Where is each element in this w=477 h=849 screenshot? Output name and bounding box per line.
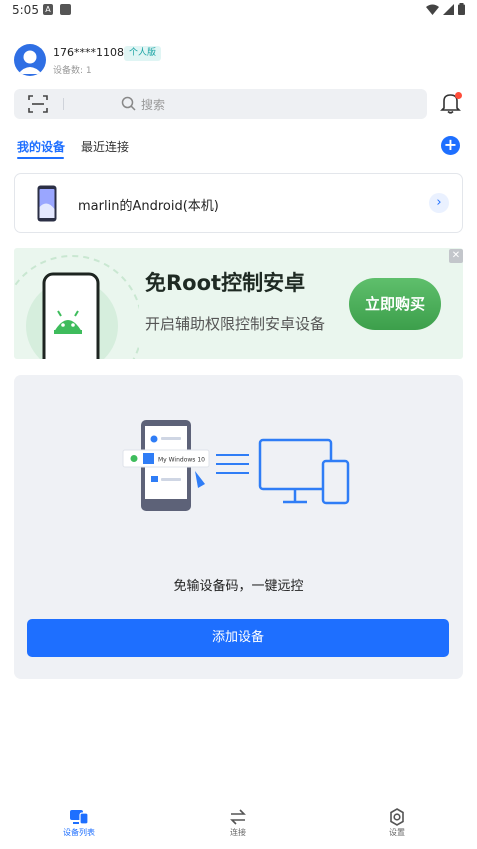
- nav-device-list-label: 设备列表: [63, 828, 95, 837]
- device-list-item[interactable]: marlin的Android(本机) ›: [14, 173, 463, 233]
- bottom-navigation: 设备列表 连接 设置: [0, 808, 477, 849]
- nav-settings-label: 设置: [389, 828, 405, 837]
- nav-settings[interactable]: 设置: [357, 808, 437, 838]
- status-bar: 5:05 A: [0, 0, 477, 22]
- gear-icon: [390, 808, 404, 826]
- search-icon: [121, 96, 136, 111]
- connect-devices-illustration: My Windows 10: [122, 420, 350, 511]
- illustration-window-label: My Windows 10: [158, 457, 205, 464]
- chevron-right-icon[interactable]: ›: [429, 193, 449, 213]
- notification-dot: [455, 92, 462, 99]
- android-phone-illustration: [14, 255, 139, 359]
- search-input[interactable]: 搜索: [141, 96, 165, 113]
- nav-connect[interactable]: 连接: [198, 808, 278, 838]
- notification-square-icon: [60, 4, 71, 15]
- close-icon[interactable]: ✕: [449, 249, 463, 263]
- nav-device-list[interactable]: 设备列表: [39, 808, 119, 838]
- add-device-plus-button[interactable]: +: [441, 136, 460, 155]
- edition-badge: 个人版: [124, 46, 162, 61]
- notification-a-icon: A: [43, 4, 53, 15]
- banner-subtitle: 开启辅助权限控制安卓设备: [145, 315, 326, 333]
- connect-icon: [230, 809, 246, 825]
- buy-now-button[interactable]: 立即购买: [349, 278, 441, 330]
- scan-icon[interactable]: [28, 95, 48, 113]
- promo-text: 免输设备码，一键远控: [173, 579, 304, 594]
- phone-icon: [37, 185, 57, 222]
- device-name: marlin的Android(本机): [78, 199, 219, 214]
- tab-my-devices[interactable]: 我的设备: [17, 138, 65, 155]
- add-device-button[interactable]: 添加设备: [27, 619, 449, 657]
- tab-active-indicator: [17, 157, 64, 159]
- avatar[interactable]: [14, 44, 46, 76]
- battery-icon: [458, 3, 465, 15]
- user-icon: [18, 50, 42, 74]
- banner-title: 免Root控制安卓: [145, 271, 306, 295]
- search-bar[interactable]: 搜索: [14, 89, 427, 119]
- wifi-icon: [426, 4, 439, 15]
- device-count: 设备数: 1: [53, 66, 92, 76]
- add-device-card: My Windows 10 免输设备码，一键远控 添加设备: [14, 375, 463, 679]
- nav-connect-label: 连接: [230, 828, 246, 837]
- tab-recent-connections[interactable]: 最近连接: [81, 138, 129, 155]
- promo-banner[interactable]: 免Root控制安卓 开启辅助权限控制安卓设备 立即购买: [14, 248, 463, 359]
- user-phone[interactable]: 176****1108: [53, 46, 124, 59]
- device-list-icon: [70, 810, 89, 825]
- status-time: 5:05: [12, 3, 39, 17]
- search-divider: [63, 98, 64, 110]
- status-icons: [426, 3, 465, 15]
- signal-icon: [443, 3, 454, 15]
